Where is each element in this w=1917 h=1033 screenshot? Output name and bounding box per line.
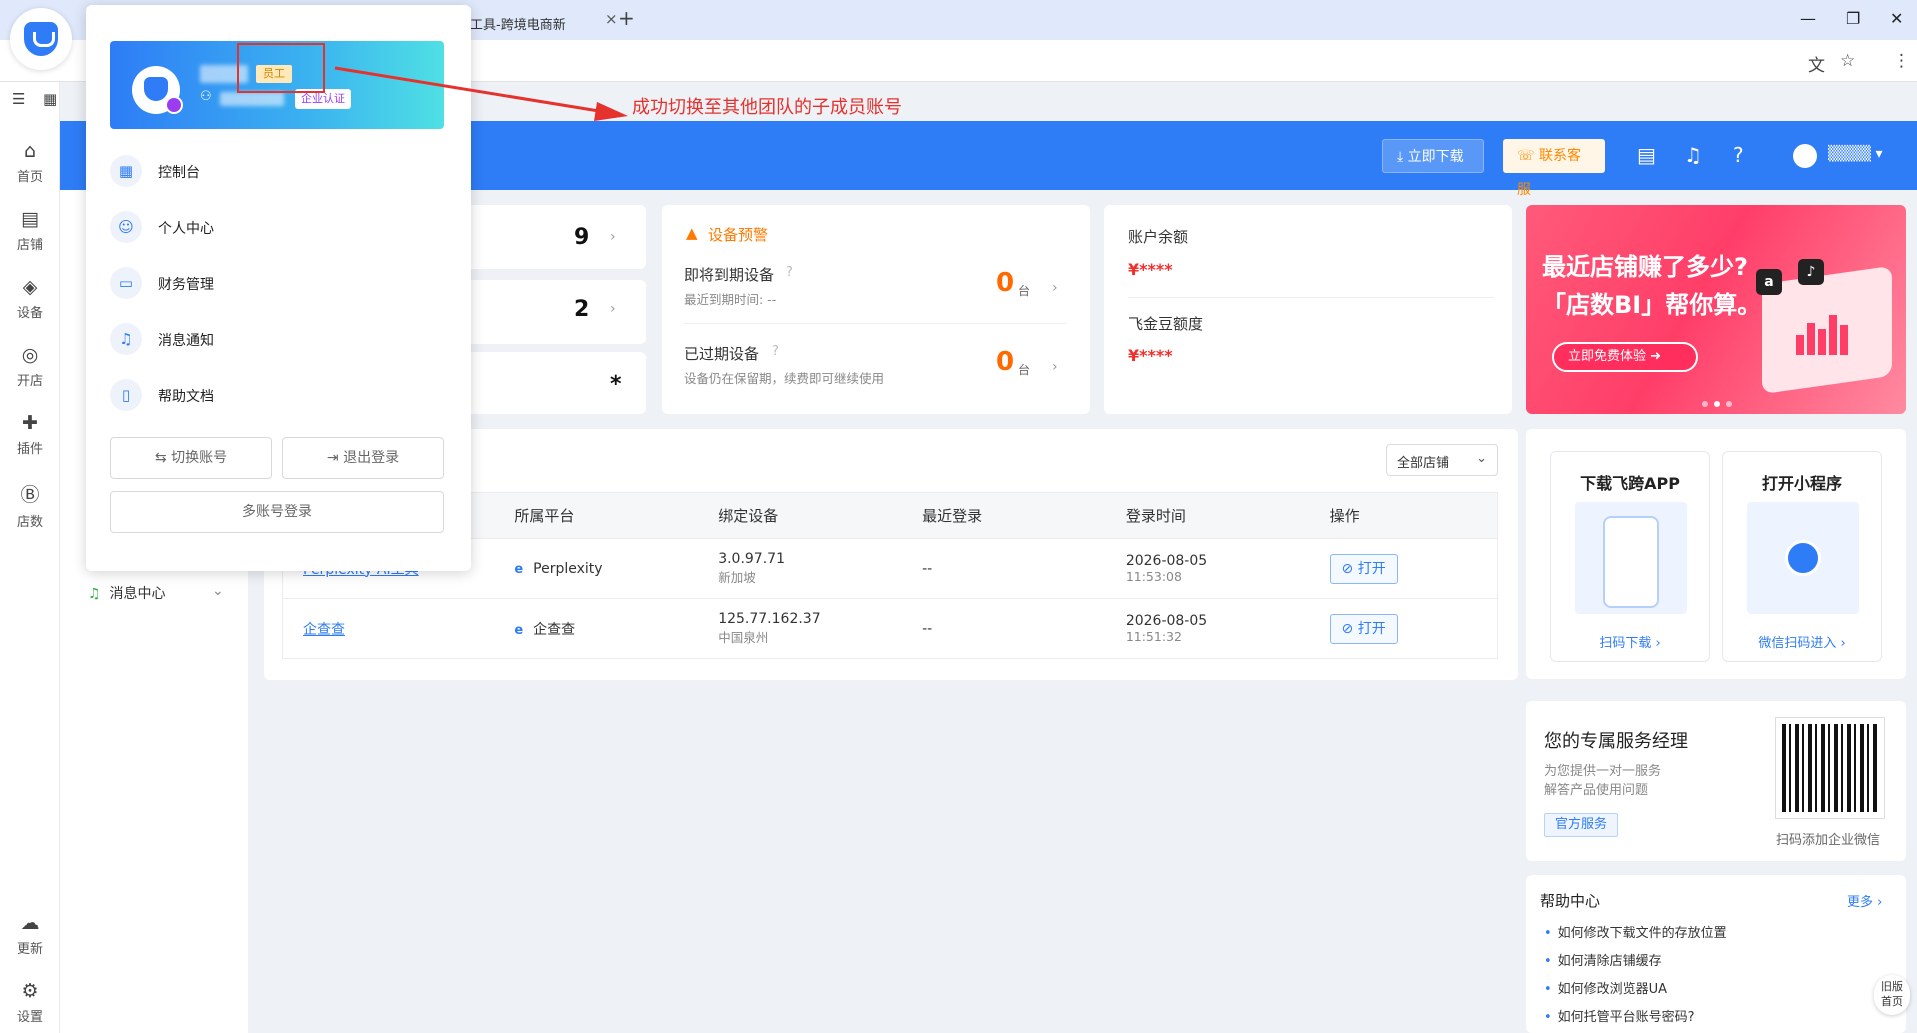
- annotation-arrow: [334, 66, 628, 121]
- annotation-text: 成功切换至其他团队的子成员账号: [632, 97, 902, 118]
